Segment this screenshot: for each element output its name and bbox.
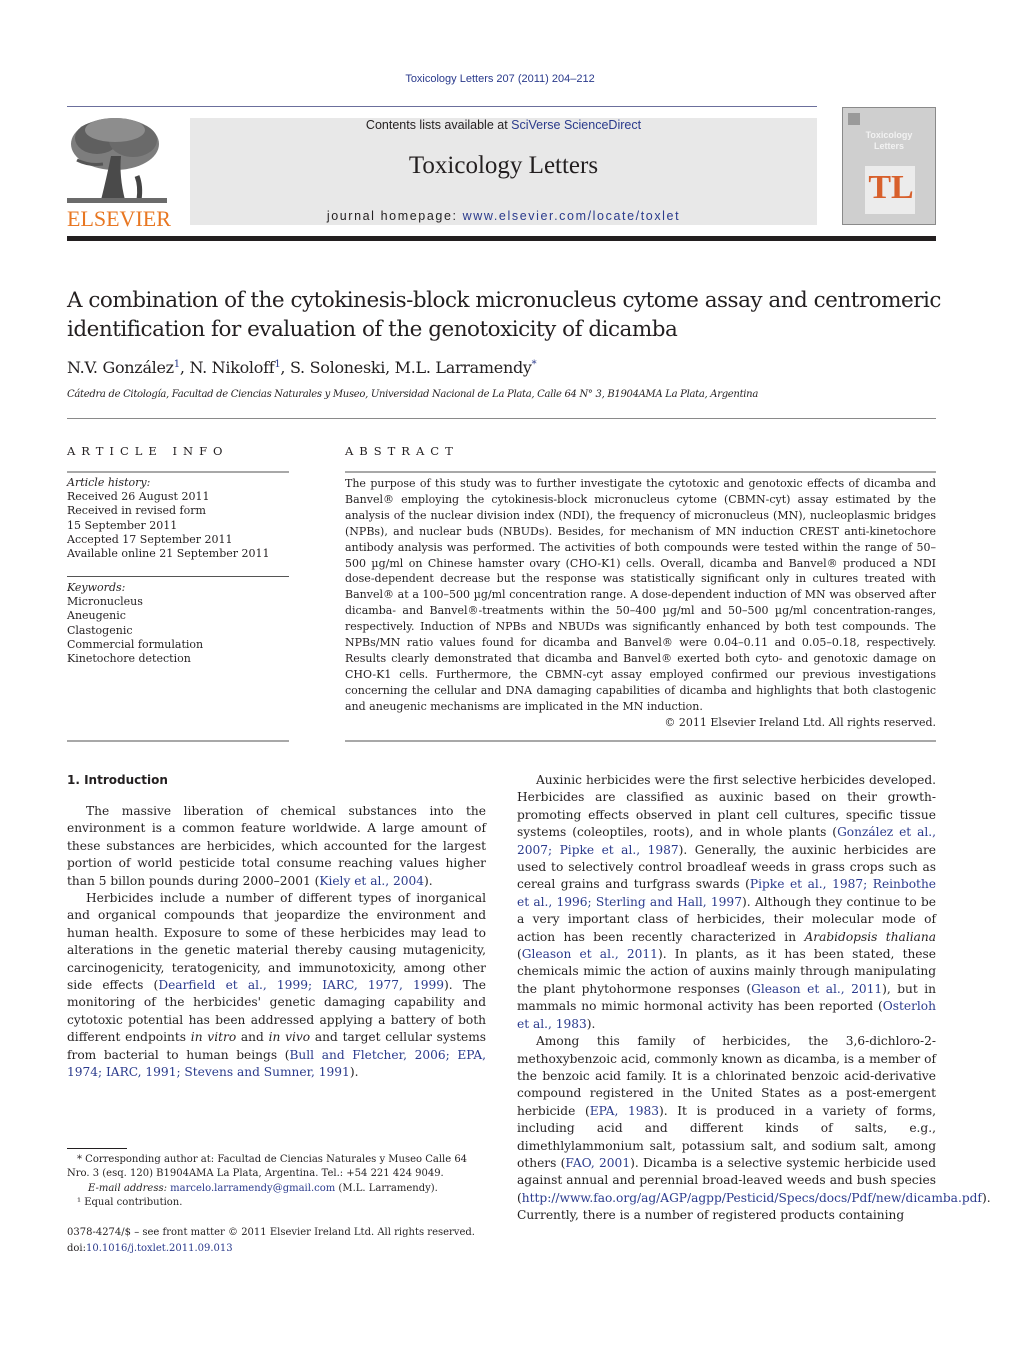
article-title: A combination of the cytokinesis-block m… <box>67 288 941 342</box>
italic-text: in vivo <box>268 1030 311 1045</box>
article-history: Article history: Received 26 August 2011… <box>67 476 289 561</box>
author[interactable]: N. Nikoloff <box>189 358 274 377</box>
history-label: Article history: <box>67 476 151 489</box>
citation-link[interactable]: Gleason et al., 2011 <box>522 947 658 961</box>
affiliation-rule <box>67 418 936 419</box>
tree-icon <box>67 116 167 206</box>
article-info-rule <box>67 471 289 473</box>
contents-line: Contents lists available at SciVerse Sci… <box>190 118 817 132</box>
section-heading-introduction: 1. Introduction <box>67 773 168 787</box>
cover-title-line1: Toxicology <box>865 130 913 140</box>
keywords-label: Keywords: <box>67 581 126 594</box>
keyword: Kinetochore detection <box>67 652 191 666</box>
introduction-body-right: Auxinic herbicides were the first select… <box>517 772 991 1225</box>
doi-link[interactable]: 10.1016/j.toxlet.2011.09.013 <box>86 1243 233 1254</box>
author-footnote-mark[interactable]: 1 <box>274 359 280 370</box>
citation-link[interactable]: EPA, 1983 <box>590 1104 659 1118</box>
author[interactable]: N.V. González <box>67 358 174 377</box>
paragraph: Among this family of herbicides, the 3,6… <box>517 1033 991 1224</box>
abstract-copyright: © 2011 Elsevier Ireland Ltd. All rights … <box>664 716 936 729</box>
author-list: N.V. González1, N. Nikoloff1, S. Solones… <box>67 358 537 377</box>
text-run: ). <box>424 873 433 888</box>
homepage-line: journal homepage: www.elsevier.com/locat… <box>190 209 817 223</box>
paragraph: The massive liberation of chemical subst… <box>67 803 486 890</box>
article-info-bottom-rule <box>67 740 289 742</box>
italic-text: in vitro <box>190 1030 237 1045</box>
header-rule <box>67 106 817 107</box>
keyword: Clastogenic <box>67 623 133 637</box>
doi-prefix: doi: <box>67 1242 86 1254</box>
abstract-text: The purpose of this study was to further… <box>345 477 936 713</box>
history-item: Accepted 17 September 2011 <box>67 532 233 546</box>
cover-monogram: TL <box>868 169 914 206</box>
elsevier-wordmark: ELSEVIER <box>67 206 171 231</box>
abstract-rule <box>345 471 936 473</box>
affiliation: Cátedra de Citología, Facultad de Cienci… <box>67 389 758 400</box>
author[interactable]: M.L. Larramendy <box>395 358 532 377</box>
citation-link[interactable]: http://www.fao.org/ag/AGP/agpp/Pesticid/… <box>522 1191 982 1205</box>
masthead-rule <box>67 236 936 241</box>
issn-line: 0378-4274/$ – see front matter © 2011 El… <box>67 1227 475 1238</box>
journal-cover-thumbnail[interactable]: Toxicology Letters TL <box>842 107 936 225</box>
sciencedirect-link[interactable]: SciVerse ScienceDirect <box>511 118 641 132</box>
keyword: Micronucleus <box>67 595 143 609</box>
text-run: ). <box>349 1065 359 1080</box>
citation-link[interactable]: Gleason et al., 2011 <box>751 982 882 996</box>
email-label: E-mail address: <box>88 1182 171 1194</box>
equal-contribution-note: ¹ Equal contribution. <box>77 1197 183 1209</box>
citation-link[interactable]: Dearfield et al., 1999; IARC, 1977, 1999 <box>158 978 444 992</box>
keyword: Aneugenic <box>67 609 126 623</box>
corresponding-author-note: * Corresponding author at: Facultad de C… <box>67 1154 468 1180</box>
email-suffix: (M.L. Larramendy). <box>335 1182 438 1194</box>
cover-title-line2: Letters <box>873 141 904 151</box>
history-item: Available online 21 September 2011 <box>67 547 270 561</box>
corresponding-author-mark[interactable]: * <box>532 359 537 370</box>
footnotes: * Corresponding author at: Facultad de C… <box>67 1153 487 1211</box>
email-note: E-mail address: marcelo.larramendy@gmail… <box>67 1182 487 1196</box>
keywords: Keywords: Micronucleus Aneugenic Clastog… <box>67 581 289 666</box>
citation-link[interactable]: Kiely et al., 2004 <box>319 874 424 888</box>
journal-homepage-link[interactable]: www.elsevier.com/locate/toxlet <box>463 209 681 223</box>
abstract-bottom-rule <box>345 740 936 742</box>
paragraph: Herbicides include a number of different… <box>67 890 486 1081</box>
email-link[interactable]: marcelo.larramendy@gmail.com <box>170 1183 335 1194</box>
history-item: Received 26 August 2011 <box>67 490 210 504</box>
journal-masthead: Contents lists available at SciVerse Sci… <box>190 118 817 225</box>
contents-prefix: Contents lists available at <box>365 118 512 132</box>
italic-text: Arabidopsis thaliana <box>804 929 936 944</box>
running-head[interactable]: Toxicology Letters 207 (2011) 204–212 <box>0 73 1000 85</box>
footnote-rule <box>67 1148 127 1149</box>
homepage-prefix: journal homepage: <box>326 209 463 223</box>
paragraph: Auxinic herbicides were the first select… <box>517 772 936 1033</box>
text-run: and <box>236 1030 269 1045</box>
author-footnote-mark[interactable]: 1 <box>174 359 180 370</box>
keywords-rule <box>67 576 289 577</box>
text-run: Herbicides include a number of different… <box>67 891 486 993</box>
text-run: ). <box>586 1016 596 1031</box>
cover-publisher-icon <box>848 113 860 125</box>
doi-line: doi:10.1016/j.toxlet.2011.09.013 <box>67 1241 487 1257</box>
article-info-heading: ARTICLE INFO <box>67 444 229 458</box>
cover-title: Toxicology Letters <box>843 130 935 152</box>
introduction-left-column: 1. Introduction The massive liberation o… <box>67 773 486 1082</box>
history-item: Received in revised form <box>67 504 206 518</box>
history-item: 15 September 2011 <box>67 518 178 532</box>
introduction-right-column: Auxinic herbicides were the first select… <box>517 772 991 1225</box>
citation-link[interactable]: FAO, 2001 <box>565 1156 630 1170</box>
author[interactable]: S. Soloneski <box>290 358 385 377</box>
journal-name: Toxicology Letters <box>408 152 599 179</box>
front-matter: 0378-4274/$ – see front matter © 2011 El… <box>67 1225 487 1256</box>
keyword: Commercial formulation <box>67 637 204 651</box>
abstract-heading: ABSTRACT <box>345 444 459 458</box>
introduction-body-left: The massive liberation of chemical subst… <box>67 803 486 1082</box>
